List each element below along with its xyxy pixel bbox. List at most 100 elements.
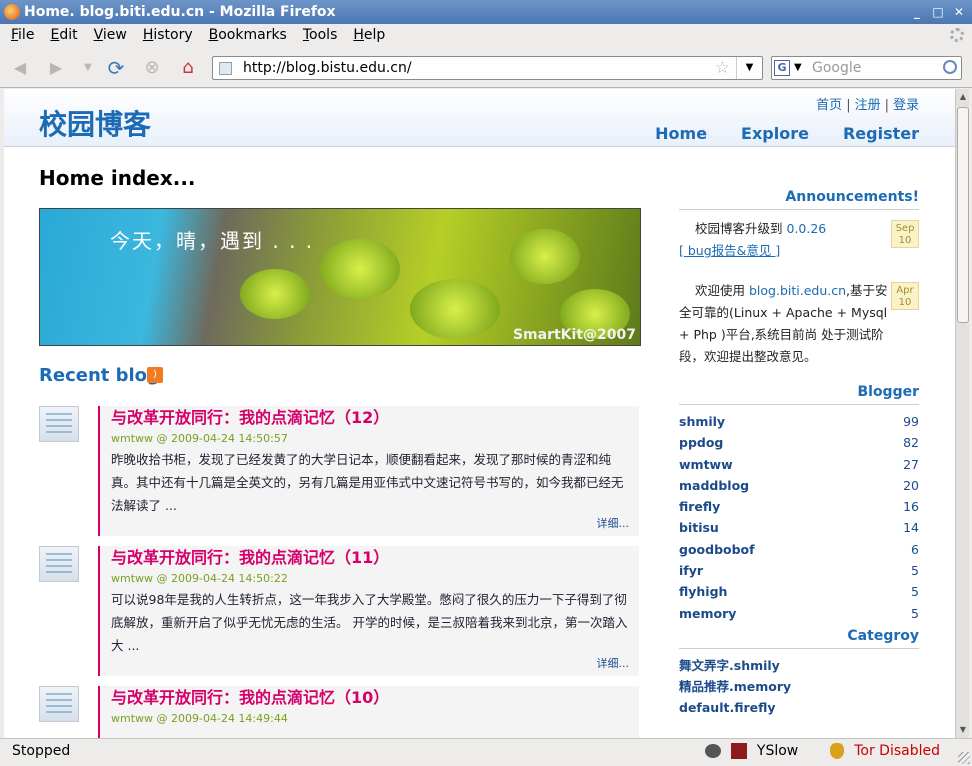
menu-bookmarks[interactable]: Bookmarks <box>198 24 292 46</box>
tor-status[interactable]: Tor Disabled <box>854 739 940 763</box>
menu-help[interactable]: Help <box>342 24 390 46</box>
scroll-up-icon[interactable]: ▲ <box>957 91 969 103</box>
announcement-link[interactable]: blog.biti.edu.cn <box>749 283 846 298</box>
scroll-down-icon[interactable]: ▼ <box>957 724 969 736</box>
read-more-link[interactable]: 详细... <box>111 517 630 531</box>
post-meta: wmtww @ 2009-04-24 14:50:22 <box>111 572 288 585</box>
site-header: 校园博客 首页 | 注册 | 登录 Home Explore Register <box>4 89 955 147</box>
blogger-row[interactable]: wmtww 27 <box>679 454 919 475</box>
window-controls: _ □ ✕ <box>908 3 968 21</box>
post-meta: wmtww @ 2009-04-24 14:50:57 <box>111 432 288 445</box>
firebug-icon[interactable] <box>704 744 721 758</box>
nav-home[interactable]: Home <box>655 124 707 143</box>
link-register-cn[interactable]: 注册 <box>855 98 881 113</box>
menu-edit[interactable]: Edit <box>39 24 82 46</box>
main-nav: Home Explore Register <box>655 124 919 143</box>
blogger-row[interactable]: memory 5 <box>679 603 919 624</box>
post-body: 与改革开放同行：我的点滴记忆（10） wmtww @ 2009-04-24 14… <box>98 686 639 738</box>
announcement-link[interactable]: 0.0.26 <box>787 221 827 236</box>
url-bar[interactable]: http://blog.bistu.edu.cn/ ☆ ▼ <box>212 56 763 80</box>
site-logo[interactable]: 校园博客 <box>39 103 151 143</box>
yslow-icon[interactable] <box>730 743 747 759</box>
status-bar: Stopped YSlow Tor Disabled <box>0 738 972 766</box>
blogger-row[interactable]: shmily 99 <box>679 411 919 432</box>
avatar[interactable] <box>39 686 79 722</box>
close-icon[interactable]: ✕ <box>950 3 968 21</box>
reload-button[interactable]: ⟳ <box>104 56 128 80</box>
search-input[interactable]: Google <box>812 57 861 79</box>
minimize-icon[interactable]: _ <box>908 3 926 21</box>
post-title[interactable]: 与改革开放同行：我的点滴记忆（10） <box>111 688 629 708</box>
post-title[interactable]: 与改革开放同行：我的点滴记忆（12） <box>111 408 629 428</box>
blogger-row[interactable]: maddblog 20 <box>679 475 919 496</box>
post-meta: wmtww @ 2009-04-24 14:49:44 <box>111 712 288 725</box>
banner-caption: 今天，晴，遇到 . . . <box>110 229 315 253</box>
navigation-toolbar: ◀ ▶ ▼ ⟳ ⊗ ⌂ http://blog.bistu.edu.cn/ ☆ … <box>0 48 972 88</box>
status-addons: YSlow Tor Disabled <box>704 739 940 763</box>
menu-file[interactable]: File <box>0 24 39 46</box>
search-bar[interactable]: G ▼ Google <box>771 56 962 80</box>
nav-explore[interactable]: Explore <box>741 124 809 143</box>
site-identity-icon[interactable] <box>219 62 232 75</box>
bookmark-star-icon[interactable]: ☆ <box>715 58 730 78</box>
avatar[interactable] <box>39 546 79 582</box>
post-title[interactable]: 与改革开放同行：我的点滴记忆（11） <box>111 548 629 568</box>
engine-dropdown-icon[interactable]: ▼ <box>794 57 802 79</box>
vertical-scrollbar[interactable]: ▲ ▼ <box>955 89 969 738</box>
tor-icon[interactable] <box>830 743 845 759</box>
recent-blog-heading: Recent blog <box>39 365 160 386</box>
date-badge: Sep 10 <box>891 220 919 248</box>
avatar[interactable] <box>39 406 79 442</box>
throbber-icon <box>950 28 964 42</box>
resize-grip[interactable] <box>958 752 970 764</box>
sidebar: Announcements! 校园博客升级到 0.0.26 [ bug报告&意见… <box>679 189 919 718</box>
bug-report-link[interactable]: [ bug报告&意见 ] <box>679 243 780 258</box>
menu-history[interactable]: History <box>132 24 198 46</box>
search-engine-icon[interactable]: G <box>774 60 790 76</box>
nav-register[interactable]: Register <box>843 124 919 143</box>
category-item[interactable]: default.firefly <box>679 697 919 718</box>
banner-image: 今天，晴，遇到 . . . SmartKit@2007 <box>39 208 641 346</box>
category-item[interactable]: 精品推荐.memory <box>679 676 919 697</box>
stop-button[interactable]: ⊗ <box>140 56 164 80</box>
menu-view[interactable]: View <box>83 24 132 46</box>
post-excerpt: 可以说98年是我的人生转折点，这一年我步入了大学殿堂。憋闷了很久的压力一下子得到… <box>111 592 628 653</box>
announcements-heading: Announcements! <box>679 189 919 210</box>
search-icon[interactable] <box>943 60 957 74</box>
date-badge: Apr 10 <box>891 282 919 310</box>
post-excerpt: 昨晚收拾书柜，发现了已经发黄了的大学日记本，顺便翻看起来，发现了那时候的青涩和纯… <box>111 452 624 513</box>
blogger-row[interactable]: goodbobof 6 <box>679 539 919 560</box>
category-heading: Categroy <box>679 628 919 649</box>
url-dropdown-button[interactable]: ▼ <box>736 57 762 79</box>
url-text[interactable]: http://blog.bistu.edu.cn/ <box>243 57 412 79</box>
menu-bar: File Edit View History Bookmarks Tools H… <box>0 24 972 46</box>
blogger-row[interactable]: bitisu 14 <box>679 517 919 538</box>
window-title: Home. blog.biti.edu.cn - Mozilla Firefox <box>24 4 336 20</box>
read-more-link[interactable]: 详细... <box>111 657 630 671</box>
link-home-cn[interactable]: 首页 <box>816 98 842 113</box>
rss-icon[interactable]: ) <box>147 367 163 383</box>
history-dropdown-button[interactable]: ▼ <box>76 56 100 80</box>
blogger-row[interactable]: ppdog 82 <box>679 432 919 453</box>
link-login-cn[interactable]: 登录 <box>893 98 919 113</box>
window-titlebar: Home. blog.biti.edu.cn - Mozilla Firefox… <box>0 0 972 24</box>
yslow-label[interactable]: YSlow <box>757 739 798 763</box>
page-title: Home index... <box>39 166 196 190</box>
blogger-list: shmily 99 ppdog 82 wmtww 27 maddblog 20 fire… <box>679 411 919 624</box>
forward-button[interactable]: ▶ <box>44 56 68 80</box>
back-button[interactable]: ◀ <box>8 56 32 80</box>
blogger-row[interactable]: ifyr 5 <box>679 560 919 581</box>
post-body: 与改革开放同行：我的点滴记忆（12） wmtww @ 2009-04-24 14… <box>98 406 639 536</box>
announcement-item: 欢迎使用 blog.biti.edu.cn,基于安全可靠的(Linux + Ap… <box>679 280 919 384</box>
blogger-row[interactable]: flyhigh 5 <box>679 581 919 602</box>
announcement-item: 校园博客升级到 0.0.26 [ bug报告&意见 ] Sep 10 <box>679 218 919 270</box>
home-button[interactable]: ⌂ <box>176 56 200 80</box>
category-list: 舞文弄字.shmily 精品推荐.memory default.firefly <box>679 655 919 718</box>
blogger-row[interactable]: firefly 16 <box>679 496 919 517</box>
banner-watermark: SmartKit@2007 <box>512 327 636 343</box>
menu-tools[interactable]: Tools <box>292 24 343 46</box>
maximize-icon[interactable]: □ <box>929 3 947 21</box>
page-viewport: 校园博客 首页 | 注册 | 登录 Home Explore Register Home… <box>4 89 955 738</box>
scroll-thumb[interactable] <box>957 107 969 323</box>
category-item[interactable]: 舞文弄字.shmily <box>679 655 919 676</box>
